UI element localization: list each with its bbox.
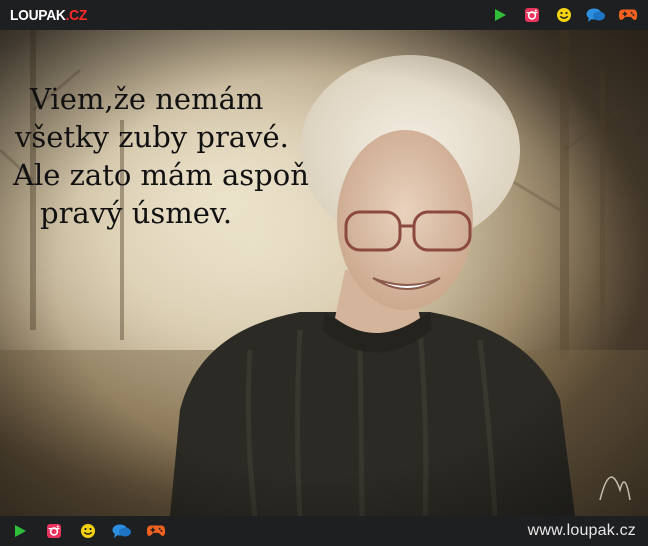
quote-line-2: všetky zuby pravé. [15,120,289,154]
quote-line-4: pravý úsmev. [40,196,233,230]
logo-main: LOUPAK [10,6,66,24]
bottom-icon-group [10,521,166,541]
quote-line-3: Ale zato mám aspoň [13,158,309,192]
bottom-bar: www.loupak.cz [0,516,648,546]
top-bar: LOUPAK.CZ [0,0,648,30]
gamepad-icon[interactable] [146,521,166,541]
smiley-icon[interactable] [78,521,98,541]
site-url-link[interactable]: www.loupak.cz [528,522,636,540]
site-logo[interactable]: LOUPAK.CZ [10,8,87,23]
chat-icon[interactable] [586,5,606,25]
top-icon-group [490,5,638,25]
play-icon[interactable] [10,521,30,541]
meme-photo: Viem,že nemám všetky zuby pravé. Ale zat… [0,30,648,516]
quote-line-1: Viem,že nemám [30,82,264,116]
logo-tld: .CZ [65,6,88,24]
gamepad-icon[interactable] [618,5,638,25]
instagram-icon[interactable] [522,5,542,25]
smiley-icon[interactable] [554,5,574,25]
play-icon[interactable] [490,5,510,25]
instagram-icon[interactable] [44,521,64,541]
chat-icon[interactable] [112,521,132,541]
